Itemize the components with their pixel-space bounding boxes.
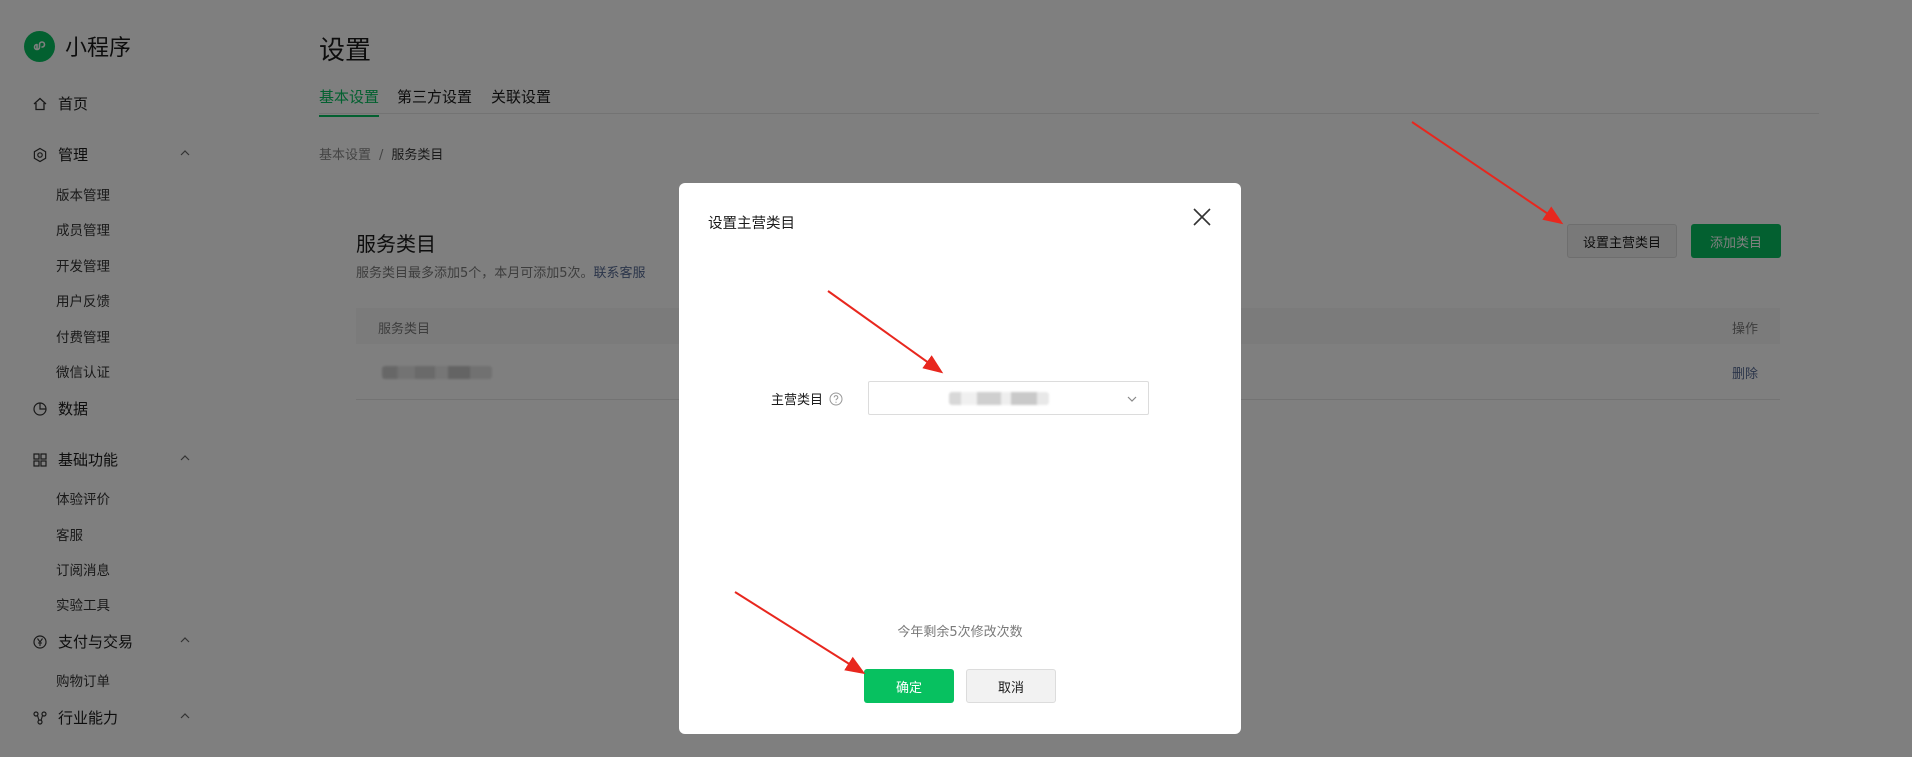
main-category-select[interactable] [868, 381, 1149, 415]
main-category-label: 主营类目 [771, 389, 843, 408]
set-main-category-dialog: 设置主营类目 主营类目 今年剩余5次修改次数 确定 取消 [679, 183, 1241, 734]
blurred-selected-category [949, 392, 1049, 405]
close-icon[interactable] [1190, 205, 1214, 229]
chevron-down-icon [1127, 396, 1137, 402]
cancel-button[interactable]: 取消 [966, 669, 1056, 703]
app-root: 小程序 首页 管理 版本管理 成员管理 开发管理 用户反馈 付费管理 微信认证 … [0, 0, 1912, 757]
main-category-label-text: 主营类目 [771, 393, 824, 408]
remaining-changes-text: 今年剩余5次修改次数 [897, 625, 1023, 640]
question-icon[interactable] [829, 392, 843, 406]
confirm-button[interactable]: 确定 [864, 669, 954, 703]
dialog-title: 设置主营类目 [708, 216, 795, 232]
